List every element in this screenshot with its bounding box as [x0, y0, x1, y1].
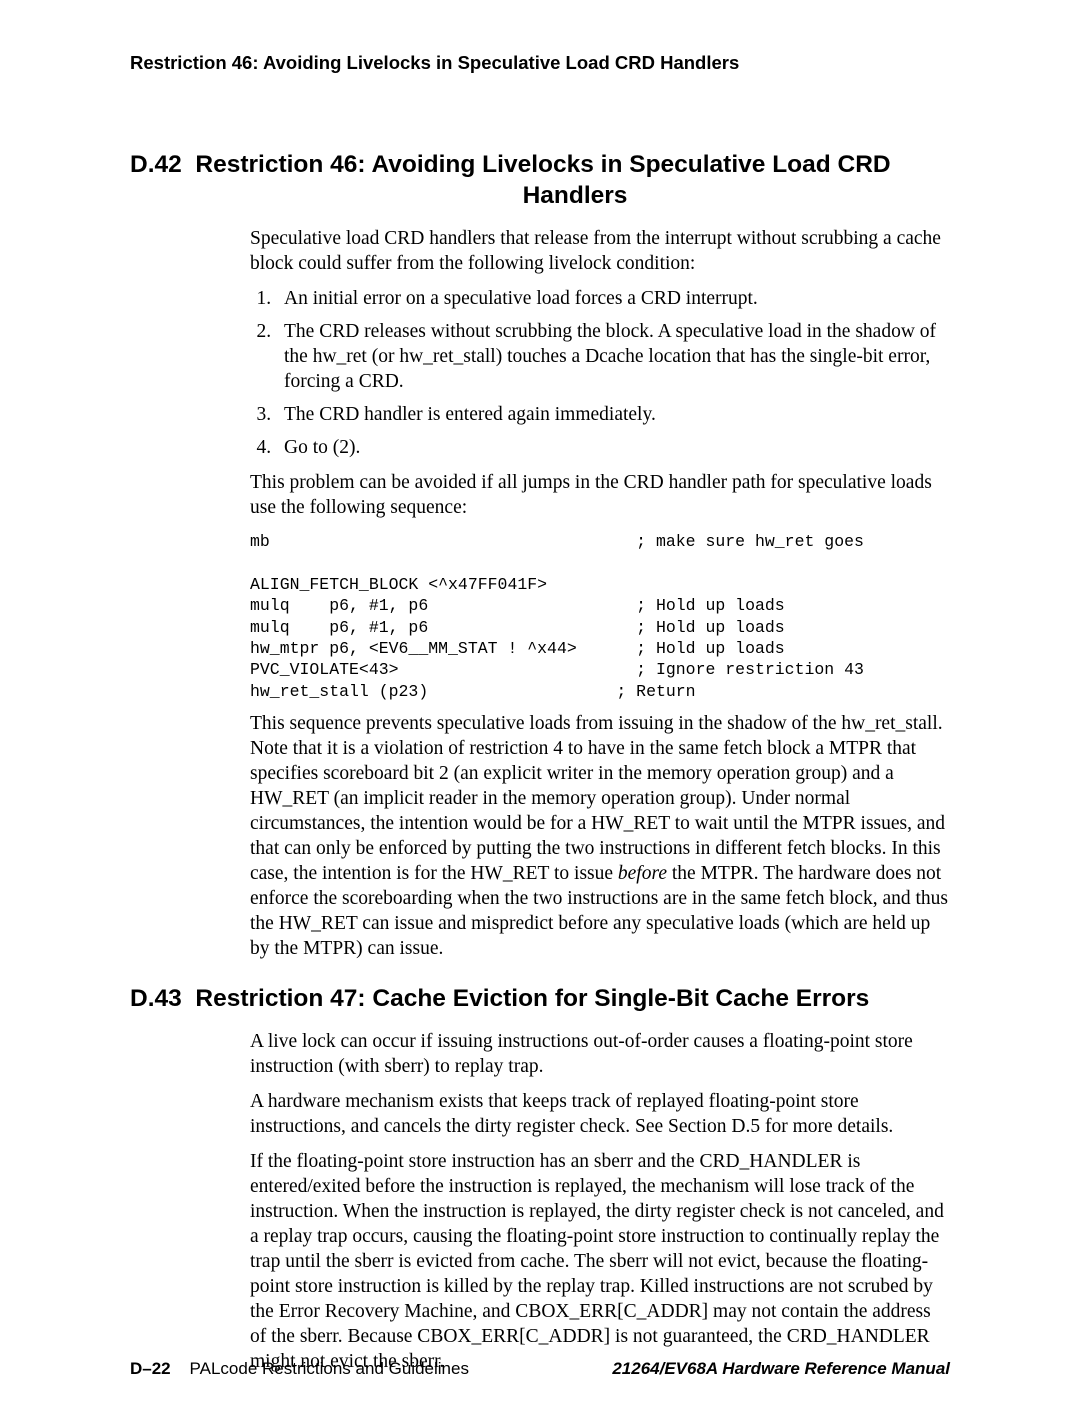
footer-page-number: D–22: [130, 1359, 171, 1378]
footer-left: D–22 PALcode Restrictions and Guidelines: [130, 1359, 469, 1379]
d42-list: An initial error on a speculative load f…: [250, 287, 950, 461]
d42-list-item: The CRD handler is entered again immedia…: [276, 403, 950, 428]
d43-p3: If the floating-point store instruction …: [250, 1150, 950, 1375]
d42-list-item: The CRD releases without scrubbing the b…: [276, 320, 950, 395]
d42-after-code-italic: before: [618, 863, 667, 884]
d42-list-item: Go to (2).: [276, 436, 950, 461]
footer-left-title: PALcode Restrictions and Guidelines: [190, 1359, 469, 1378]
d43-p1: A live lock can occur if issuing instruc…: [250, 1030, 950, 1080]
d42-code-block: mb ; make sure hw_ret goes ALIGN_FETCH_B…: [250, 531, 950, 703]
page-footer: D–22 PALcode Restrictions and Guidelines…: [130, 1359, 950, 1379]
d42-after-code-pre: This sequence prevents speculative loads…: [250, 713, 945, 884]
d42-intro: Speculative load CRD handlers that relea…: [250, 227, 950, 277]
d42-list-item: An initial error on a speculative load f…: [276, 287, 950, 312]
section-d42-title-line2: Handlers: [200, 181, 950, 212]
section-d43-body: A live lock can occur if issuing instruc…: [250, 1030, 950, 1374]
running-head: Restriction 46: Avoiding Livelocks in Sp…: [130, 52, 950, 74]
page-container: Restriction 46: Avoiding Livelocks in Sp…: [0, 0, 1080, 1425]
section-d42-number: D.42: [130, 150, 182, 181]
section-d42-body: Speculative load CRD handlers that relea…: [250, 227, 950, 962]
section-d43-number: D.43: [130, 984, 182, 1015]
section-d42-heading: D.42 Restriction 46: Avoiding Livelocks …: [130, 150, 950, 211]
section-d43-title: Restriction 47: Cache Eviction for Singl…: [195, 985, 869, 1012]
d43-p2: A hardware mechanism exists that keeps t…: [250, 1090, 950, 1140]
footer-right: 21264/EV68A Hardware Reference Manual: [612, 1359, 950, 1379]
section-d42-title-line1: Restriction 46: Avoiding Livelocks in Sp…: [195, 151, 890, 178]
d42-after-list: This problem can be avoided if all jumps…: [250, 471, 950, 521]
section-d43-heading: D.43 Restriction 47: Cache Eviction for …: [130, 984, 950, 1015]
d42-after-code: This sequence prevents speculative loads…: [250, 712, 950, 962]
